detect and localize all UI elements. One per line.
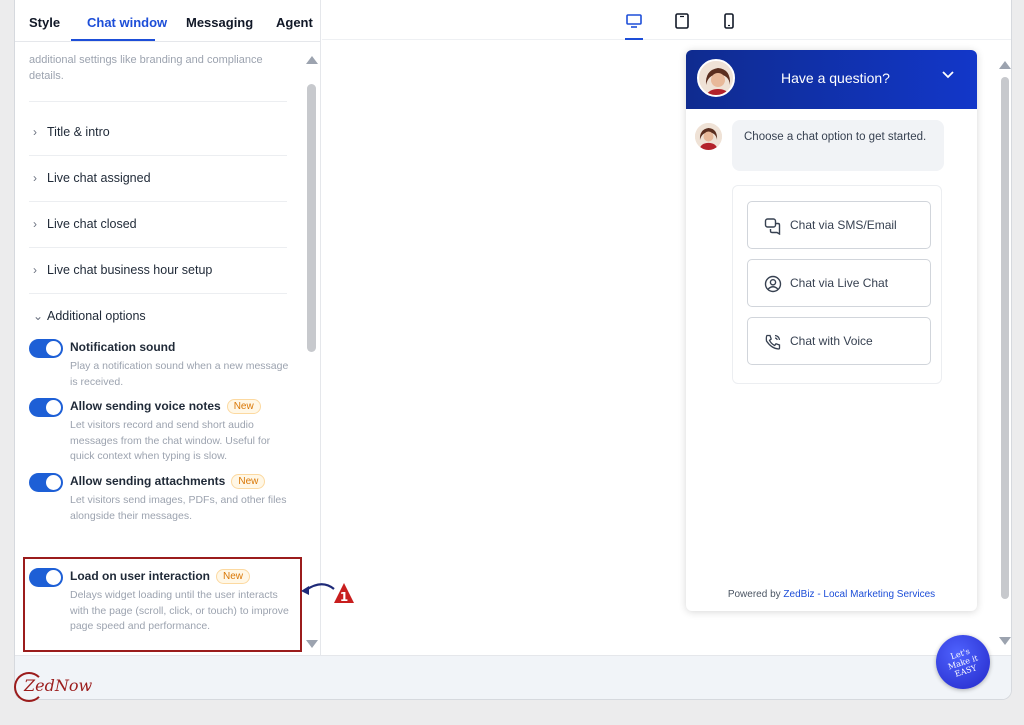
- option-title: Allow sending voice notes New: [70, 399, 261, 414]
- attachments-toggle[interactable]: [29, 473, 63, 492]
- powered-by-prefix: Powered by: [727, 589, 781, 600]
- tab-messaging[interactable]: Messaging: [186, 15, 253, 30]
- section-label: Live chat business hour setup: [47, 263, 213, 277]
- chevron-right-icon: ›: [33, 171, 37, 185]
- chat-bubbles-icon: [764, 218, 781, 235]
- section-live-chat-closed[interactable]: › Live chat closed: [33, 217, 137, 231]
- scroll-down-arrow-icon[interactable]: [999, 637, 1011, 645]
- chat-via-live-chat-button[interactable]: Chat via Live Chat: [747, 259, 931, 307]
- section-label: Live chat assigned: [47, 171, 151, 185]
- section-additional-options[interactable]: ⌄ Additional options: [33, 309, 146, 323]
- section-label: Live chat closed: [47, 217, 137, 231]
- footer-strip: [15, 655, 1011, 699]
- chevron-down-icon[interactable]: [940, 66, 956, 82]
- greeting-message-bubble: Choose a chat option to get started.: [732, 120, 944, 171]
- tab-agent[interactable]: Agent: [276, 15, 313, 30]
- logo-text: ZedNow: [24, 676, 93, 695]
- app-window: Style Chat window Messaging Agent additi…: [14, 0, 1012, 700]
- chat-widget-preview: Have a question? Choose a chat option to…: [686, 50, 977, 611]
- voice-notes-toggle[interactable]: [29, 398, 63, 417]
- agent-avatar: [697, 59, 735, 97]
- toggle-knob: [46, 341, 61, 356]
- mobile-icon[interactable]: [719, 11, 739, 31]
- scroll-down-arrow-icon[interactable]: [306, 640, 318, 648]
- option-title: Allow sending attachments New: [70, 474, 266, 489]
- phone-icon: [765, 334, 781, 350]
- annotation-number: 1: [340, 590, 348, 604]
- divider: [29, 247, 287, 248]
- option-title-text: Allow sending attachments: [70, 474, 226, 488]
- powered-by-footer: Powered by ZedBiz - Local Marketing Serv…: [686, 589, 977, 600]
- preview-scrollbar[interactable]: [998, 45, 1011, 651]
- chevron-down-icon: ⌄: [33, 309, 44, 323]
- widget-header: Have a question?: [686, 50, 977, 109]
- chat-via-sms-email-button[interactable]: Chat via SMS/Email: [747, 201, 931, 249]
- active-device-indicator: [625, 38, 643, 40]
- new-badge: New: [226, 399, 261, 414]
- divider: [29, 155, 287, 156]
- section-business-hour-setup[interactable]: › Live chat business hour setup: [33, 263, 212, 277]
- divider: [29, 201, 287, 202]
- option-title-text: Notification sound: [70, 340, 176, 354]
- active-tab-indicator: [71, 39, 155, 41]
- avatar-portrait-icon: [695, 123, 722, 150]
- new-badge: New: [231, 474, 266, 489]
- section-live-chat-assigned[interactable]: › Live chat assigned: [33, 171, 151, 185]
- chat-with-voice-button[interactable]: Chat with Voice: [747, 317, 931, 365]
- toggle-knob: [46, 400, 61, 415]
- chat-option-label: Chat via Live Chat: [790, 276, 889, 290]
- powered-by-brand-link[interactable]: ZedBiz - Local Marketing Services: [783, 589, 935, 600]
- badge-text: Let's Make it EASY: [946, 646, 980, 679]
- option-description: Play a notification sound when a new mes…: [70, 360, 289, 388]
- zednow-logo: ZedNow: [14, 670, 134, 710]
- lets-make-it-easy-badge: Let's Make it EASY: [936, 635, 990, 689]
- section-title-intro[interactable]: › Title & intro: [33, 125, 110, 139]
- scroll-thumb[interactable]: [1001, 77, 1009, 599]
- scroll-thumb[interactable]: [307, 84, 316, 352]
- option-description: Let visitors send images, PDFs, and othe…: [70, 494, 287, 522]
- settings-scrollbar[interactable]: [305, 52, 319, 652]
- chat-option-label: Chat with Voice: [790, 334, 873, 348]
- settings-tabs: Style Chat window Messaging Agent: [15, 0, 320, 42]
- tab-chat-window[interactable]: Chat window: [87, 15, 167, 30]
- chat-options-card: Chat via SMS/Email Chat via Live Chat Ch…: [732, 185, 942, 384]
- desktop-icon[interactable]: [624, 11, 644, 31]
- scroll-up-arrow-icon[interactable]: [306, 56, 318, 64]
- option-description: Let visitors record and send short audio…: [70, 419, 271, 462]
- section-label: Title & intro: [47, 125, 110, 139]
- chevron-right-icon: ›: [33, 263, 37, 277]
- preview-area: Have a question? Choose a chat option to…: [322, 41, 1011, 655]
- device-preview-bar: [322, 0, 1011, 40]
- toggle-knob: [46, 475, 61, 490]
- settings-panel: Style Chat window Messaging Agent additi…: [15, 0, 321, 655]
- chat-option-label: Chat via SMS/Email: [790, 218, 897, 232]
- annotation-arrow-icon: [301, 583, 335, 595]
- user-circle-icon: [764, 275, 782, 293]
- option-title: Notification sound: [70, 340, 175, 354]
- tab-style[interactable]: Style: [29, 15, 60, 30]
- scroll-up-arrow-icon[interactable]: [999, 61, 1011, 69]
- option-title-text: Allow sending voice notes: [70, 399, 221, 413]
- divider: [29, 293, 287, 294]
- chevron-right-icon: ›: [33, 217, 37, 231]
- widget-header-title: Have a question?: [781, 70, 890, 86]
- notification-sound-toggle[interactable]: [29, 339, 63, 358]
- settings-intro-text: additional settings like branding and co…: [29, 54, 263, 82]
- avatar-portrait-icon: [699, 61, 733, 95]
- chevron-right-icon: ›: [33, 125, 37, 139]
- annotation-highlight-box: [23, 557, 302, 652]
- divider: [29, 101, 287, 102]
- annotation-number-badge: 1: [334, 583, 354, 604]
- section-label: Additional options: [47, 309, 146, 323]
- tablet-icon[interactable]: [672, 11, 692, 31]
- agent-avatar-small: [695, 123, 722, 150]
